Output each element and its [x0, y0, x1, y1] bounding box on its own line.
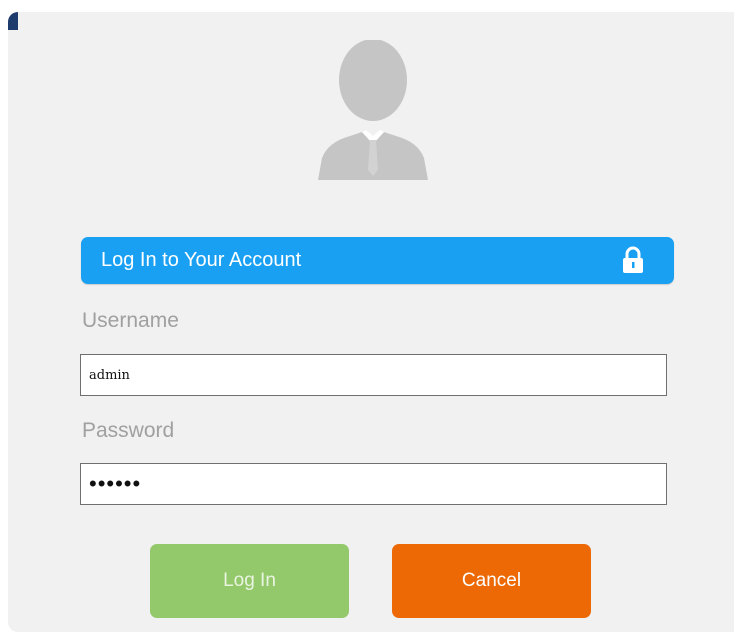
cancel-button[interactable]: Cancel [392, 544, 591, 618]
corner-accent [8, 12, 18, 30]
lock-icon [623, 246, 643, 273]
user-silhouette-icon [318, 40, 428, 180]
password-label: Password [82, 419, 175, 442]
username-input[interactable] [80, 354, 667, 396]
login-button[interactable]: Log In [150, 544, 349, 618]
login-header-title: Log In to Your Account [101, 249, 302, 271]
login-header-bar: Log In to Your Account [81, 237, 674, 284]
password-input[interactable] [80, 463, 667, 505]
username-label: Username [82, 309, 179, 332]
